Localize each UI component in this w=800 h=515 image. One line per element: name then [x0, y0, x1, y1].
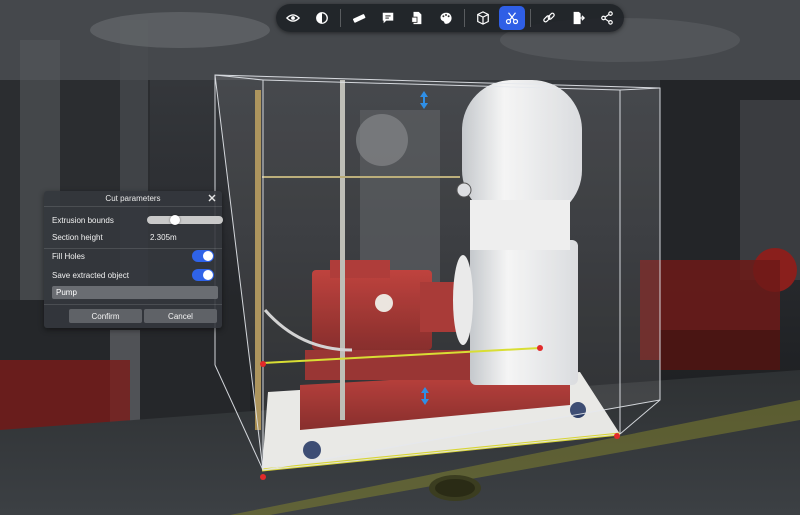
link-button[interactable]: [536, 6, 562, 30]
object-name-input[interactable]: [52, 286, 218, 299]
cut-tool-button[interactable]: [499, 6, 525, 30]
paint-icon: [440, 12, 452, 24]
fill-holes-row: Fill Holes: [52, 250, 214, 262]
export-button[interactable]: [565, 6, 591, 30]
toggle-knob: [203, 270, 213, 280]
export-icon: [573, 11, 585, 25]
extrusion-bounds-slider[interactable]: [147, 215, 223, 225]
paint-button[interactable]: [433, 6, 459, 30]
extrusion-bounds-row: Extrusion bounds: [52, 214, 223, 226]
save-extracted-label: Save extracted object: [52, 270, 129, 280]
view-toggle-button[interactable]: [280, 6, 306, 30]
contrast-button[interactable]: [309, 6, 335, 30]
fill-holes-label: Fill Holes: [52, 251, 85, 261]
toolbar-divider: [464, 9, 465, 27]
document-button[interactable]: [404, 6, 430, 30]
cut-parameters-panel: Cut parameters Extrusion bounds Section …: [44, 191, 223, 328]
comment-icon: [382, 12, 394, 24]
measure-button[interactable]: [346, 6, 372, 30]
link-icon: [543, 12, 555, 23]
close-icon[interactable]: [207, 193, 217, 203]
scissors-icon: [505, 12, 519, 25]
fill-holes-toggle[interactable]: [192, 250, 214, 262]
share-icon: [601, 11, 613, 25]
panel-divider: [44, 248, 222, 249]
confirm-button[interactable]: Confirm: [69, 309, 142, 323]
toolbar-divider: [340, 9, 341, 27]
save-extracted-row: Save extracted object: [52, 269, 214, 281]
section-height-row: Section height 2.305m: [52, 231, 214, 243]
panel-divider: [44, 206, 222, 207]
section-height-label: Section height: [52, 232, 103, 242]
contrast-icon: [316, 12, 328, 24]
toolbar-divider: [530, 9, 531, 27]
cancel-button[interactable]: Cancel: [144, 309, 217, 323]
share-button[interactable]: [594, 6, 620, 30]
panel-title: Cut parameters: [105, 194, 161, 203]
extrusion-bounds-label: Extrusion bounds: [52, 215, 114, 225]
measure-icon: [352, 14, 366, 23]
box-button[interactable]: [470, 6, 496, 30]
save-extracted-toggle[interactable]: [192, 269, 214, 281]
document-icon: [411, 11, 422, 25]
box-icon: [477, 11, 489, 25]
comment-button[interactable]: [375, 6, 401, 30]
slider-thumb[interactable]: [170, 215, 180, 225]
top-toolbar: [276, 4, 624, 32]
section-height-value: 2.305m: [150, 232, 177, 242]
toggle-knob: [203, 251, 213, 261]
panel-header: Cut parameters: [44, 191, 222, 206]
panel-divider: [44, 304, 222, 305]
eye-icon: [286, 14, 300, 22]
